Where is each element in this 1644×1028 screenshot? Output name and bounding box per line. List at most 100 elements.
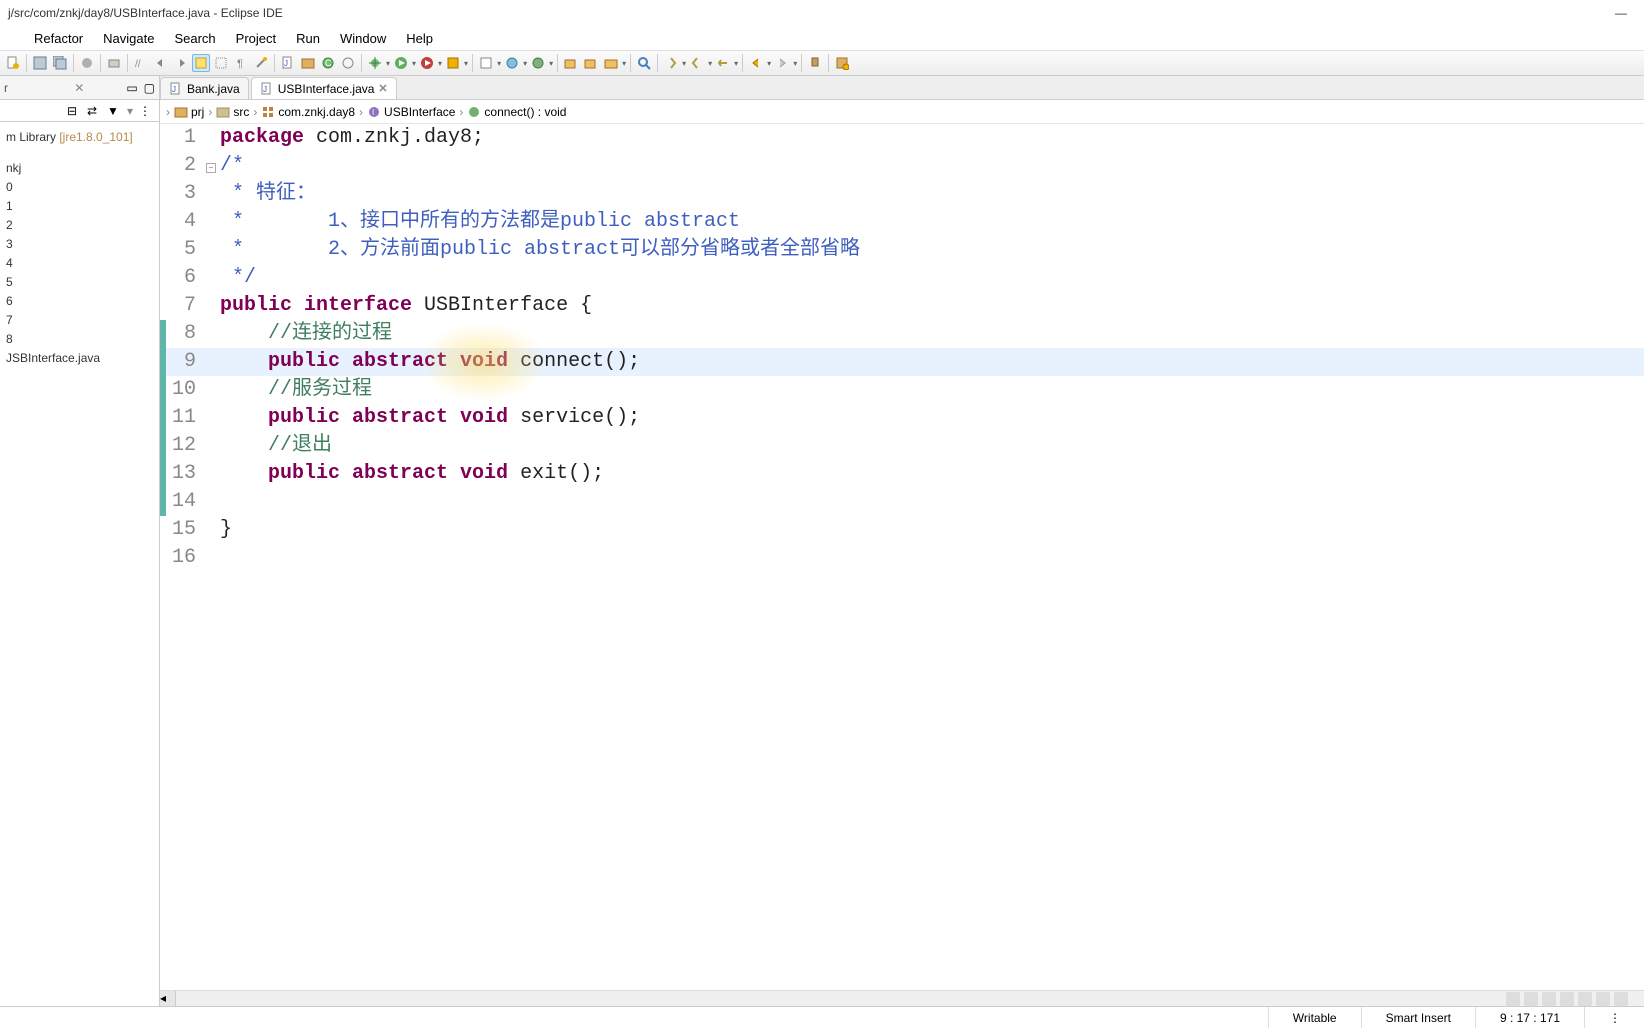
footer-icon[interactable] <box>1596 992 1610 1006</box>
code-text[interactable]: */ <box>220 264 256 292</box>
menu-item-truncated[interactable] <box>4 35 24 41</box>
menu-item-search[interactable]: Search <box>164 28 225 49</box>
new-folder-icon[interactable] <box>602 54 620 72</box>
toggle-comment-icon[interactable]: // <box>132 54 150 72</box>
collapse-all-icon[interactable]: ⊟ <box>67 104 81 118</box>
new-connection-icon[interactable] <box>477 54 495 72</box>
pin-icon[interactable] <box>806 54 824 72</box>
run-icon[interactable] <box>392 54 410 72</box>
show-whitespace-icon[interactable]: ¶ <box>232 54 250 72</box>
save-all-icon[interactable] <box>51 54 69 72</box>
code-editor[interactable]: 1package com.znkj.day8;2−/*3 * 特征：4 * 1、… <box>160 124 1644 1006</box>
filter-icon[interactable]: ▼ <box>107 104 121 118</box>
new-icon[interactable] <box>4 54 22 72</box>
code-line[interactable]: 1package com.znkj.day8; <box>160 124 1644 152</box>
minimize-view-icon[interactable]: ▭ <box>126 81 137 95</box>
breadcrumb-src[interactable]: src <box>216 105 249 119</box>
code-text[interactable]: public interface USBInterface { <box>220 292 592 320</box>
dropdown-arrow-icon[interactable]: ▾ <box>767 59 771 68</box>
code-line[interactable]: 11 public abstract void service(); <box>160 404 1644 432</box>
code-line[interactable]: 9 public abstract void connect(); <box>160 348 1644 376</box>
chevron-right-icon[interactable]: › <box>166 105 170 119</box>
external-tools-icon[interactable] <box>444 54 462 72</box>
import-icon[interactable] <box>562 54 580 72</box>
block-selection-icon[interactable] <box>212 54 230 72</box>
annotation-next-icon[interactable] <box>662 54 680 72</box>
footer-icon[interactable] <box>1560 992 1574 1006</box>
dropdown-arrow-icon[interactable]: ▾ <box>523 59 527 68</box>
chevron-right-icon[interactable]: › <box>359 105 363 119</box>
tree-item-jre[interactable]: m Library [jre1.8.0_101] <box>4 128 155 147</box>
new-class-icon[interactable]: C <box>319 54 337 72</box>
footer-icon[interactable] <box>1506 992 1520 1006</box>
chevron-right-icon[interactable]: › <box>459 105 463 119</box>
export-icon[interactable] <box>582 54 600 72</box>
code-text[interactable]: * 1、接口中所有的方法都是public abstract <box>220 208 740 236</box>
code-text[interactable]: /* <box>220 152 244 180</box>
dropdown-arrow-icon[interactable]: ▾ <box>127 104 133 118</box>
tree-item[interactable]: 4 <box>4 254 155 273</box>
debug-icon[interactable] <box>366 54 384 72</box>
code-text[interactable]: //服务过程 <box>220 376 372 404</box>
footer-icon[interactable] <box>1578 992 1592 1006</box>
indent-right-icon[interactable] <box>172 54 190 72</box>
dropdown-arrow-icon[interactable]: ▾ <box>412 59 416 68</box>
build-icon[interactable] <box>105 54 123 72</box>
perspective-icon[interactable] <box>833 54 851 72</box>
fold-toggle-icon[interactable]: − <box>206 163 216 173</box>
search-icon[interactable] <box>635 54 653 72</box>
dropdown-arrow-icon[interactable]: ▾ <box>497 59 501 68</box>
dropdown-arrow-icon[interactable]: ▾ <box>708 59 712 68</box>
menu-item-navigate[interactable]: Navigate <box>93 28 164 49</box>
close-tab-icon[interactable]: ✕ <box>378 82 387 95</box>
menu-item-window[interactable]: Window <box>330 28 396 49</box>
chevron-right-icon[interactable]: › <box>208 105 212 119</box>
breadcrumb-type[interactable]: I USBInterface <box>367 105 455 119</box>
code-line[interactable]: 4 * 1、接口中所有的方法都是public abstract <box>160 208 1644 236</box>
tree-file-usbinterface[interactable]: JSBInterface.java <box>4 349 155 368</box>
code-text[interactable]: public abstract void exit(); <box>220 460 604 488</box>
new-package-icon[interactable] <box>299 54 317 72</box>
dropdown-arrow-icon[interactable]: ▾ <box>549 59 553 68</box>
code-line[interactable]: 12 //退出 <box>160 432 1644 460</box>
tree-item[interactable]: nkj <box>4 159 155 178</box>
code-text[interactable]: public abstract void service(); <box>220 404 640 432</box>
skip-breakpoints-icon[interactable] <box>78 54 96 72</box>
view-menu-icon[interactable]: ⋮ <box>139 104 153 118</box>
code-text[interactable]: * 2、方法前面public abstract可以部分省略或者全部省略 <box>220 236 860 264</box>
horizontal-scrollbar[interactable]: ◂ <box>160 990 1644 1006</box>
tree-item[interactable]: 3 <box>4 235 155 254</box>
code-text[interactable]: * 特征： <box>220 180 316 208</box>
tab-bank-java[interactable]: J Bank.java <box>160 77 249 99</box>
tree-item[interactable]: 0 <box>4 178 155 197</box>
server-icon[interactable] <box>529 54 547 72</box>
breadcrumb-project[interactable]: prj <box>174 105 204 119</box>
tree-item[interactable]: 1 <box>4 197 155 216</box>
code-line[interactable]: 8 //连接的过程 <box>160 320 1644 348</box>
footer-icon[interactable] <box>1524 992 1538 1006</box>
code-text[interactable]: //退出 <box>220 432 332 460</box>
tree-item[interactable]: 8 <box>4 330 155 349</box>
code-text[interactable]: public abstract void connect(); <box>220 348 640 376</box>
dropdown-arrow-icon[interactable]: ▾ <box>793 59 797 68</box>
dropdown-arrow-icon[interactable]: ▾ <box>734 59 738 68</box>
code-line[interactable]: 14 <box>160 488 1644 516</box>
project-tree[interactable]: m Library [jre1.8.0_101] nkj 0 1 2 3 4 5… <box>0 122 159 374</box>
wand-icon[interactable] <box>252 54 270 72</box>
menu-item-help[interactable]: Help <box>396 28 443 49</box>
menu-item-refactor[interactable]: Refactor <box>24 28 93 49</box>
menu-item-project[interactable]: Project <box>226 28 286 49</box>
code-text[interactable]: package com.znkj.day8; <box>220 124 484 152</box>
breadcrumb-method[interactable]: connect() : void <box>467 105 566 119</box>
scroll-left-arrow-icon[interactable]: ◂ <box>160 991 176 1006</box>
forward-icon[interactable] <box>773 54 791 72</box>
code-line[interactable]: 5 * 2、方法前面public abstract可以部分省略或者全部省略 <box>160 236 1644 264</box>
code-text[interactable]: //连接的过程 <box>220 320 392 348</box>
save-icon[interactable] <box>31 54 49 72</box>
code-line[interactable]: 16 <box>160 544 1644 572</box>
tree-item[interactable]: 2 <box>4 216 155 235</box>
tree-item[interactable]: 6 <box>4 292 155 311</box>
dropdown-arrow-icon[interactable]: ▾ <box>682 59 686 68</box>
code-line[interactable]: 2−/* <box>160 152 1644 180</box>
close-view-icon[interactable]: ✕ <box>74 81 84 95</box>
